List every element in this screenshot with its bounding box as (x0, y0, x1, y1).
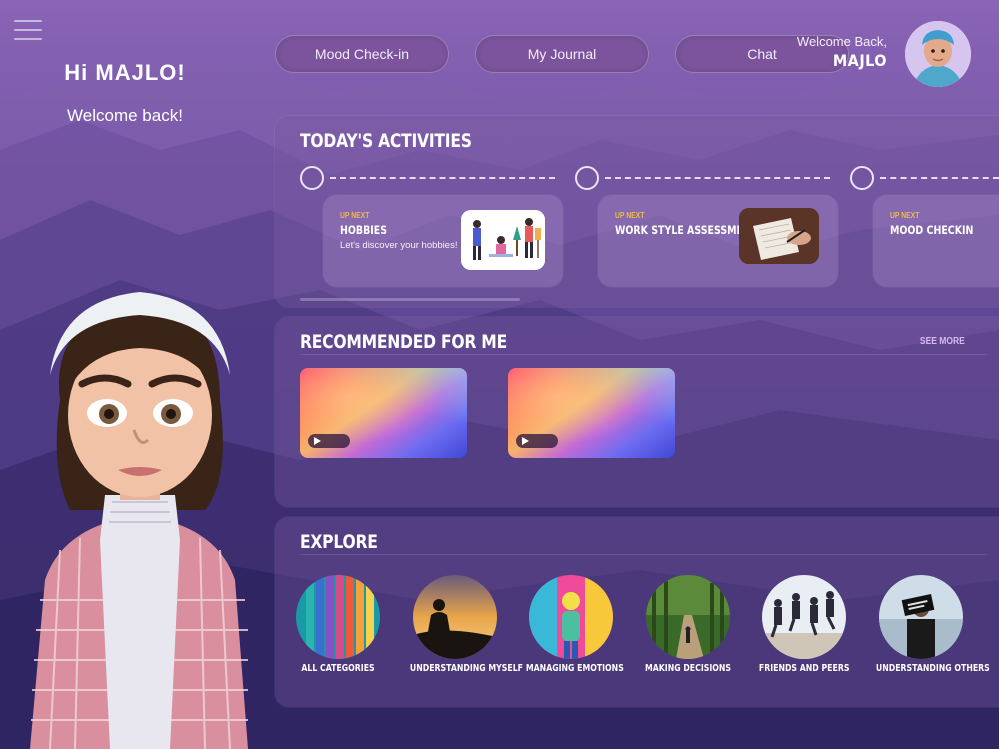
timeline-step-2 (575, 166, 599, 190)
activity-name: MOOD CHECKIN (890, 223, 974, 237)
greeting-subtitle: Welcome back! (67, 106, 183, 125)
recommended-panel: RECOMMENDED FOR ME SEE MORE (275, 317, 999, 507)
up-next-tag: UP NEXT (615, 211, 645, 220)
category-understanding-others[interactable]: UNDERSTANDING OTHERS (866, 575, 990, 674)
category-friends-peers[interactable]: FRIENDS AND PEERS (749, 575, 859, 674)
up-next-tag: UP NEXT (890, 211, 920, 220)
activities-scrollbar[interactable] (300, 298, 520, 301)
timeline-step-3 (850, 166, 874, 190)
category-label: MANAGING EMOTIONS (525, 663, 624, 674)
making-decisions-image (646, 575, 730, 659)
managing-emotions-image (529, 575, 613, 659)
understanding-myself-image (413, 575, 497, 659)
timeline-connector (605, 177, 830, 179)
timeline-step-1 (300, 166, 324, 190)
category-making-decisions[interactable]: MAKING DECISIONS (633, 575, 743, 674)
category-managing-emotions[interactable]: MANAGING EMOTIONS (516, 575, 626, 674)
category-label: ALL CATEGORIES (301, 663, 375, 674)
todays-activities-panel: TODAY'S ACTIVITIES UP NEXT HOBBIES Let's… (275, 116, 999, 307)
user-avatar[interactable] (905, 21, 971, 87)
greeting-title: Hi MAJLO! (64, 60, 186, 85)
timeline-connector (880, 177, 999, 179)
activity-name: HOBBIES (340, 223, 388, 237)
play-icon[interactable] (516, 434, 558, 448)
hobbies-illustration (461, 210, 545, 270)
recommended-video-1[interactable] (300, 368, 467, 458)
mood-checkin-button[interactable]: Mood Check-in (275, 35, 449, 73)
user-avatar-icon (905, 21, 971, 87)
friends-peers-image (762, 575, 846, 659)
up-next-tag: UP NEXT (340, 211, 370, 220)
category-label: UNDERSTANDING MYSELF (409, 663, 524, 674)
category-label: FRIENDS AND PEERS (758, 663, 850, 674)
activity-description: Let's discover your hobbies! (340, 240, 458, 251)
recommended-video-2[interactable] (508, 368, 675, 458)
section-divider (300, 554, 987, 555)
all-categories-image (296, 575, 380, 659)
work-style-photo (739, 208, 819, 264)
understanding-others-image (879, 575, 963, 659)
my-journal-button[interactable]: My Journal (475, 35, 649, 73)
timeline-connector (330, 177, 555, 179)
category-understanding-myself[interactable]: UNDERSTANDING MYSELF (400, 575, 524, 674)
recommended-title: RECOMMENDED FOR ME (300, 331, 507, 353)
category-label: UNDERSTANDING OTHERS (875, 663, 990, 674)
avatar-character (30, 292, 248, 749)
explore-panel: EXPLORE ALL CATEGORIES UNDERSTANDING MYS (275, 517, 999, 707)
activity-card-mood-checkin[interactable]: UP NEXT MOOD CHECKIN (873, 195, 999, 287)
see-more-link[interactable]: SEE MORE (920, 336, 965, 347)
explore-title: EXPLORE (300, 531, 378, 553)
activity-card-work-style[interactable]: UP NEXT WORK STYLE ASSESSMENT (598, 195, 838, 287)
welcome-block: Welcome Back, MAJLO (797, 34, 887, 70)
activities-title: TODAY'S ACTIVITIES (300, 130, 472, 152)
category-all[interactable]: ALL CATEGORIES (283, 575, 393, 674)
activity-card-hobbies[interactable]: UP NEXT HOBBIES Let's discover your hobb… (323, 195, 563, 287)
play-icon[interactable] (308, 434, 350, 448)
hamburger-menu-icon[interactable] (14, 20, 42, 42)
welcome-text: Welcome Back, (796, 34, 887, 49)
section-divider (300, 354, 987, 355)
user-name: MAJLO (832, 51, 887, 70)
category-label: MAKING DECISIONS (644, 663, 731, 674)
activity-name: WORK STYLE ASSESSMENT (615, 223, 758, 237)
